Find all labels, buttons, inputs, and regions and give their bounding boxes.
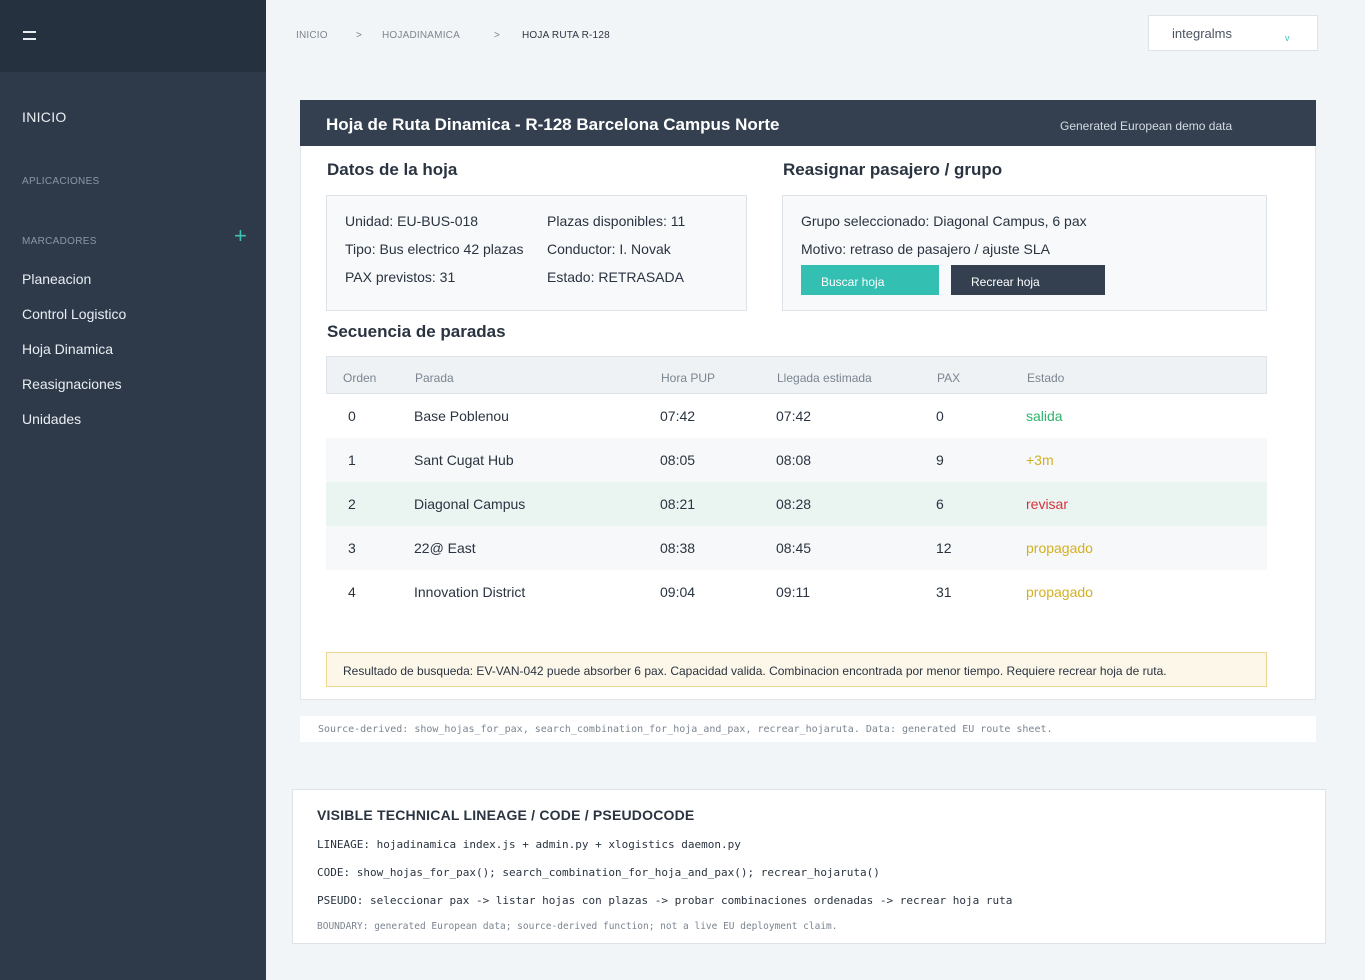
col-orden[interactable]: Orden (343, 371, 376, 385)
cell-status: propagado (1026, 584, 1093, 600)
sheet-pax: PAX previstos: 31 (345, 269, 456, 285)
cell-pup: 08:05 (660, 452, 696, 468)
route-sheet-card: Hoja de Ruta Dinamica - R-128 Barcelona … (300, 100, 1316, 700)
col-parada[interactable]: Parada (415, 371, 454, 385)
user-name: integralms (1172, 26, 1232, 41)
sheet-seats: Plazas disponibles: 11 (547, 213, 686, 229)
sheet-type: Tipo: Bus electrico 42 plazas (345, 241, 524, 257)
reassign-heading: Reasignar pasajero / grupo (783, 160, 1003, 179)
cell-eta: 08:45 (776, 540, 812, 556)
cell-stop: Base Poblenou (414, 408, 509, 424)
sidebar-item-inicio[interactable]: INICIO (22, 109, 67, 125)
page-title: Hoja de Ruta Dinamica - R-128 Barcelona … (326, 115, 780, 134)
breadcrumb-current: HOJA RUTA R-128 (522, 30, 610, 41)
cell-status: salida (1026, 408, 1063, 424)
sheet-status: Estado: RETRASADA (547, 269, 684, 285)
cell-order: 0 (348, 408, 356, 424)
card-note: Generated European demo data (1060, 119, 1233, 133)
table-row[interactable]: 0 Base Poblenou 07:42 07:42 0 salida (326, 394, 1267, 438)
cell-pup: 08:21 (660, 496, 696, 512)
sheet-data-box: Unidad: EU-BUS-018 Tipo: Bus electrico 4… (326, 195, 747, 311)
cell-pax: 9 (936, 452, 944, 468)
col-estado[interactable]: Estado (1027, 371, 1064, 385)
table-row[interactable]: 1 Sant Cugat Hub 08:05 08:08 9 +3m (326, 438, 1267, 482)
cell-stop: Sant Cugat Hub (414, 452, 514, 468)
cell-stop: Diagonal Campus (414, 496, 526, 512)
cell-pup: 08:38 (660, 540, 696, 556)
sidebar-section-marcadores: MARCADORES (22, 236, 97, 247)
cell-order: 2 (348, 496, 356, 512)
user-dropdown[interactable]: integralms v (1148, 15, 1318, 51)
reassign-reason: Motivo: retraso de pasajero / ajuste SLA (801, 241, 1051, 257)
sidebar-item-reasignaciones[interactable]: Reasignaciones (22, 376, 122, 392)
col-llegada[interactable]: Llegada estimada (777, 371, 872, 385)
table-row[interactable]: 2 Diagonal Campus 08:21 08:28 6 revisar (326, 482, 1267, 526)
hamburger-menu-icon[interactable] (23, 31, 36, 40)
cell-status: +3m (1026, 452, 1054, 468)
selected-group: Grupo seleccionado: Diagonal Campus, 6 p… (801, 213, 1087, 229)
sidebar-item-planeacion[interactable]: Planeacion (22, 271, 91, 287)
cell-order: 4 (348, 584, 356, 600)
breadcrumb-separator: > (356, 30, 363, 41)
cell-eta: 08:28 (776, 496, 812, 512)
sidebar: INICIO APLICACIONES MARCADORES + Planeac… (0, 0, 266, 980)
col-hora-pup[interactable]: Hora PUP (661, 371, 715, 385)
cell-pax: 6 (936, 496, 944, 512)
cell-order: 1 (348, 452, 356, 468)
cell-pup: 07:42 (660, 408, 696, 424)
table-row[interactable]: 3 22@ East 08:38 08:45 12 propagado (326, 526, 1267, 570)
sidebar-header (0, 0, 266, 72)
cell-pax: 12 (936, 540, 952, 556)
col-pax[interactable]: PAX (937, 371, 960, 385)
cell-status: revisar (1026, 496, 1069, 512)
breadcrumb-separator: > (494, 30, 501, 41)
code-line: CODE: show_hojas_for_pax(); search_combi… (317, 866, 880, 879)
stops-table: Orden Parada Hora PUP Llegada estimada P… (326, 356, 1267, 614)
sidebar-item-hoja-dinamica[interactable]: Hoja Dinamica (22, 341, 113, 357)
technical-lineage-panel: VISIBLE TECHNICAL LINEAGE / CODE / PSEUD… (292, 789, 1326, 944)
cell-stop: Innovation District (414, 584, 526, 600)
sheet-data-heading: Datos de la hoja (327, 160, 458, 179)
table-header: Orden Parada Hora PUP Llegada estimada P… (326, 356, 1267, 394)
sidebar-item-unidades[interactable]: Unidades (22, 411, 81, 427)
search-result-banner: Resultado de busqueda: EV-VAN-042 puede … (326, 652, 1267, 687)
chevron-down-icon: v (1285, 33, 1290, 43)
cell-pax: 0 (936, 408, 944, 424)
cell-eta: 09:11 (776, 584, 810, 600)
cell-pup: 09:04 (660, 584, 696, 600)
recreate-sheet-button[interactable]: Recrear hoja (951, 265, 1105, 295)
card-header: Hoja de Ruta Dinamica - R-128 Barcelona … (300, 100, 1316, 146)
boundary-line: BOUNDARY: generated European data; sourc… (317, 921, 838, 932)
sheet-unit: Unidad: EU-BUS-018 (345, 213, 479, 229)
lineage-line: LINEAGE: hojadinamica index.js + admin.p… (317, 838, 741, 851)
sidebar-section-aplicaciones[interactable]: APLICACIONES (22, 176, 100, 187)
breadcrumb-hojadinamica[interactable]: HOJADINAMICA (382, 30, 460, 41)
stops-heading: Secuencia de paradas (327, 322, 506, 341)
sheet-driver: Conductor: I. Novak (547, 241, 671, 257)
cell-pax: 31 (936, 584, 952, 600)
pseudocode-line: PSEUDO: seleccionar pax -> listar hojas … (317, 894, 1013, 907)
cell-order: 3 (348, 540, 356, 556)
search-sheet-button[interactable]: Buscar hoja (801, 265, 939, 295)
cell-eta: 08:08 (776, 452, 812, 468)
sidebar-item-control-logistico[interactable]: Control Logistico (22, 306, 126, 322)
lineage-title: VISIBLE TECHNICAL LINEAGE / CODE / PSEUD… (317, 807, 695, 823)
table-row[interactable]: 4 Innovation District 09:04 09:11 31 pro… (326, 570, 1267, 614)
add-bookmark-icon[interactable]: + (234, 225, 247, 247)
reassign-box: Grupo seleccionado: Diagonal Campus, 6 p… (782, 195, 1267, 311)
cell-eta: 07:42 (776, 408, 812, 424)
source-note: Source-derived: show_hojas_for_pax, sear… (300, 716, 1316, 742)
cell-status: propagado (1026, 540, 1093, 556)
breadcrumb-inicio[interactable]: INICIO (296, 30, 328, 41)
cell-stop: 22@ East (414, 540, 476, 556)
